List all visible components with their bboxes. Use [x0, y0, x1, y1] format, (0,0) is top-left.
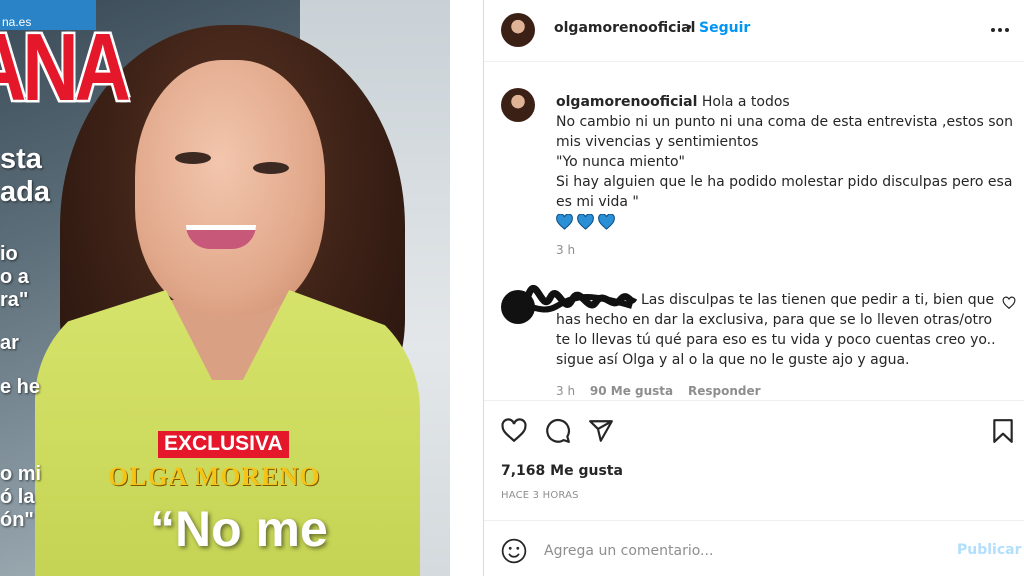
cover-line: o a	[0, 266, 29, 288]
caption-line: No cambio ni un punto ni una coma de est…	[556, 114, 1013, 150]
follow-button[interactable]: Seguir	[699, 20, 750, 36]
blue-heart-icon	[577, 214, 594, 230]
cover-line: ada	[0, 176, 50, 208]
cover-line: ar	[0, 332, 19, 354]
caption-line: "Yo nunca miento"	[556, 154, 686, 170]
cover-line: ó la	[0, 486, 35, 508]
cover-line: e he	[0, 376, 41, 398]
cover-line: ra"	[0, 289, 29, 311]
comment-item: Las disculpas te las tienen que pedir a …	[484, 280, 1024, 400]
separator-dot: •	[685, 20, 694, 36]
exclusive-label: EXCLUSIVA	[158, 431, 289, 458]
post-header: olgamorenooficial • Seguir	[484, 0, 1024, 62]
caption-body: olgamorenooficial Hola a todos No cambio…	[556, 92, 1016, 230]
cover-line: io	[0, 243, 18, 265]
comment-meta: 3 h 90 Me gusta Responder	[556, 384, 772, 398]
blue-heart-icon	[556, 214, 573, 230]
comment-likes[interactable]: 90 Me gusta	[590, 384, 673, 398]
author-username[interactable]: olgamorenooficial	[554, 20, 695, 36]
right-eye	[253, 162, 289, 174]
caption-line: Si hay alguien que le ha podido molestar…	[556, 174, 1013, 210]
caption-line: Hola a todos	[701, 94, 790, 110]
emoji-icon[interactable]	[501, 538, 527, 564]
send-icon[interactable]	[588, 418, 614, 444]
face-shape	[135, 60, 325, 315]
cover-line: o mi	[0, 463, 42, 485]
caption-time[interactable]: 3 h	[556, 243, 575, 257]
heart-outline-icon[interactable]	[1002, 296, 1016, 310]
comment-time[interactable]: 3 h	[556, 384, 575, 398]
post-timestamp[interactable]: HACE 3 HORAS	[501, 490, 579, 501]
more-horizontal-icon[interactable]	[988, 18, 1012, 42]
post-likes-count[interactable]: 7,168 Me gusta	[501, 463, 623, 479]
cover-headline: “No me	[150, 501, 328, 557]
heart-outline-icon[interactable]	[501, 418, 527, 444]
caption-hearts	[556, 214, 1016, 230]
cover-line: sta	[0, 143, 42, 175]
bookmark-icon[interactable]	[990, 418, 1016, 444]
avatar[interactable]	[501, 88, 535, 122]
comment-text: Las disculpas te las tienen que pedir a …	[556, 292, 996, 368]
caption-username[interactable]: olgamorenooficial	[556, 94, 697, 110]
action-bar	[484, 400, 1024, 460]
reply-button[interactable]: Responder	[688, 384, 761, 398]
comment-icon[interactable]	[545, 418, 571, 444]
post-image[interactable]: na.es ANA sta ada io o a ra" ar e he o m…	[0, 0, 450, 576]
blue-heart-icon	[598, 214, 615, 230]
left-eye	[175, 152, 211, 164]
comment-input[interactable]	[544, 539, 924, 563]
post-panel: olgamorenooficial • Seguir olgamorenoofi…	[484, 0, 1024, 576]
cover-line: ón"	[0, 509, 34, 531]
publish-button[interactable]: Publicar	[957, 542, 1022, 558]
add-comment-bar: Publicar	[484, 520, 1024, 576]
cover-person-name: OLGA MORENO	[108, 462, 321, 491]
magazine-masthead: ANA	[0, 13, 131, 121]
avatar[interactable]	[501, 13, 535, 47]
